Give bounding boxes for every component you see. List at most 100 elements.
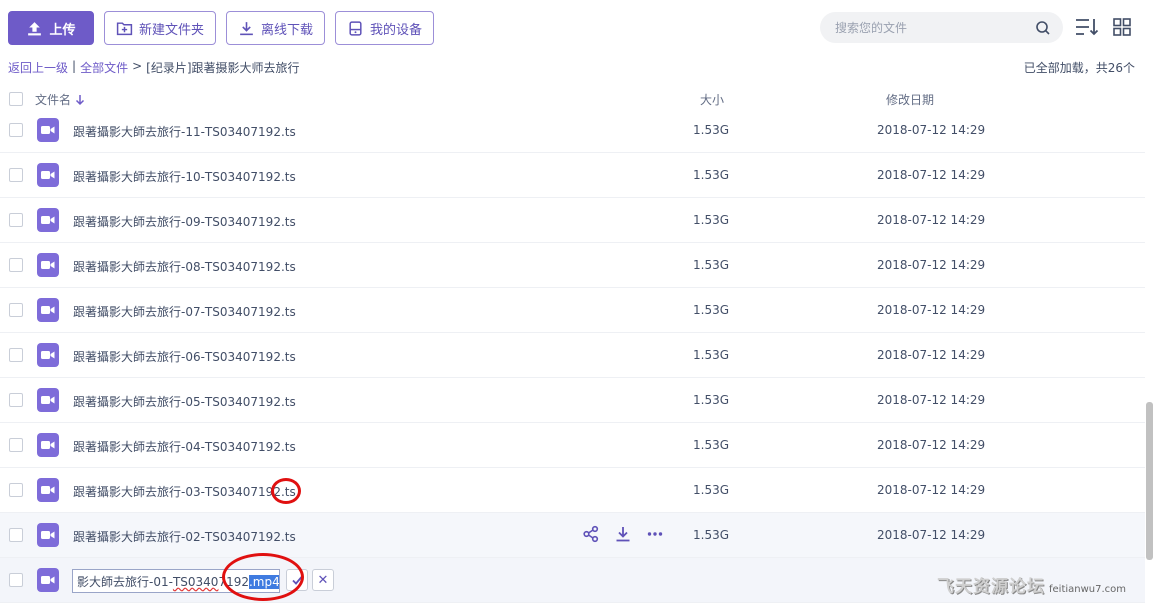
row-checkbox[interactable]: [9, 258, 23, 272]
cancel-rename-button[interactable]: ✕: [312, 569, 334, 591]
file-name[interactable]: 跟著攝影大師去旅行-07-TS03407192.ts: [73, 303, 296, 320]
table-row[interactable]: 跟著攝影大師去旅行-03-TS03407192.ts 1.53G 2018-07…: [0, 468, 1145, 513]
search-box: [820, 12, 1063, 43]
row-checkbox[interactable]: [9, 438, 23, 452]
column-date-header[interactable]: 修改日期: [886, 91, 934, 108]
file-name[interactable]: 跟著攝影大師去旅行-02-TS03407192.ts: [73, 528, 296, 545]
device-icon: [349, 20, 362, 36]
toolbar: 上传 新建文件夹 离线下载 我的设备: [8, 11, 435, 45]
row-checkbox[interactable]: [9, 213, 23, 227]
all-files-link[interactable]: 全部文件: [80, 59, 128, 76]
file-date: 2018-07-12 14:29: [877, 393, 986, 407]
video-file-icon: [37, 523, 59, 547]
breadcrumb-separator: >: [132, 59, 143, 73]
file-date: 2018-07-12 14:29: [877, 123, 986, 137]
file-size: 1.53G: [693, 213, 730, 227]
breadcrumb-current: [纪录片]跟著摄影大师去旅行: [146, 61, 300, 75]
table-row[interactable]: 跟著攝影大師去旅行-11-TS03407192.ts 1.53G 2018-07…: [0, 108, 1145, 153]
file-name[interactable]: 跟著攝影大師去旅行-09-TS03407192.ts: [73, 213, 296, 230]
video-file-icon: [37, 433, 59, 457]
offline-download-label: 离线下载: [261, 22, 314, 38]
file-list: 跟著攝影大師去旅行-11-TS03407192.ts 1.53G 2018-07…: [0, 108, 1145, 603]
offline-download-button[interactable]: 离线下载: [226, 11, 326, 45]
my-devices-button[interactable]: 我的设备: [335, 11, 435, 45]
annotation-circle: [271, 478, 301, 504]
file-date: 2018-07-12 14:29: [877, 438, 986, 452]
file-name[interactable]: 跟著攝影大師去旅行-06-TS03407192.ts: [73, 348, 296, 365]
file-name[interactable]: 跟著攝影大師去旅行-11-TS03407192.ts: [73, 123, 296, 140]
upload-button[interactable]: 上传: [8, 11, 94, 45]
file-date: 2018-07-12 14:29: [877, 483, 986, 497]
video-file-icon: [37, 298, 59, 322]
breadcrumb-separator: |: [72, 59, 77, 73]
sort-icon[interactable]: [1074, 16, 1100, 38]
back-link[interactable]: 返回上一级: [8, 59, 68, 76]
search-input[interactable]: [835, 20, 1035, 35]
row-checkbox[interactable]: [9, 483, 23, 497]
file-size: 1.53G: [693, 438, 730, 452]
watermark-domain: feitianwu7.com: [1049, 584, 1127, 595]
table-row[interactable]: 跟著攝影大師去旅行-08-TS03407192.ts 1.53G 2018-07…: [0, 243, 1145, 288]
file-date: 2018-07-12 14:29: [877, 213, 986, 227]
table-row[interactable]: 跟著攝影大師去旅行-02-TS03407192.ts 1.53G 2018-07…: [0, 513, 1145, 558]
column-size-header[interactable]: 大小: [700, 91, 724, 108]
rename-text-spellcheck: TS0340: [172, 575, 219, 589]
table-row[interactable]: 跟著攝影大師去旅行-09-TS03407192.ts 1.53G 2018-07…: [0, 198, 1145, 243]
search-icon[interactable]: [1035, 20, 1051, 36]
video-file-icon: [37, 208, 59, 232]
video-file-icon: [37, 118, 59, 142]
video-file-icon: [37, 388, 59, 412]
file-size: 1.53G: [693, 258, 730, 272]
load-status: 已全部加载，共26个: [1023, 61, 1135, 75]
grid-icon[interactable]: [1113, 18, 1131, 36]
row-actions: [582, 525, 664, 543]
file-name[interactable]: 跟著攝影大師去旅行-03-TS03407192.ts: [73, 483, 296, 500]
file-date: 2018-07-12 14:29: [877, 168, 986, 182]
file-name[interactable]: 跟著攝影大師去旅行-10-TS03407192.ts: [73, 168, 296, 185]
row-checkbox[interactable]: [9, 528, 23, 542]
row-checkbox[interactable]: [9, 348, 23, 362]
file-size: 1.53G: [693, 483, 730, 497]
table-row[interactable]: 跟著攝影大師去旅行-06-TS03407192.ts 1.53G 2018-07…: [0, 333, 1145, 378]
row-checkbox[interactable]: [9, 393, 23, 407]
more-icon[interactable]: [646, 525, 664, 543]
row-checkbox[interactable]: [9, 168, 23, 182]
upload-label: 上传: [49, 22, 76, 38]
file-size: 1.53G: [693, 528, 730, 542]
new-folder-button[interactable]: 新建文件夹: [104, 11, 217, 45]
scrollbar-thumb[interactable]: [1146, 402, 1153, 560]
column-name-label: 文件名: [35, 93, 72, 107]
file-name[interactable]: 跟著攝影大師去旅行-05-TS03407192.ts: [73, 393, 296, 410]
folder-plus-icon: [116, 21, 133, 35]
video-file-icon: [37, 343, 59, 367]
select-all-checkbox[interactable]: [9, 92, 23, 106]
table-row[interactable]: 跟著攝影大師去旅行-05-TS03407192.ts 1.53G 2018-07…: [0, 378, 1145, 423]
sort-desc-icon: [75, 94, 85, 105]
file-size: 1.53G: [693, 123, 730, 137]
row-checkbox[interactable]: [9, 303, 23, 317]
file-size: 1.53G: [693, 303, 730, 317]
new-folder-label: 新建文件夹: [139, 22, 205, 38]
video-file-icon: [37, 253, 59, 277]
upload-icon: [28, 21, 42, 35]
file-date: 2018-07-12 14:29: [877, 258, 986, 272]
table-row[interactable]: 跟著攝影大師去旅行-10-TS03407192.ts 1.53G 2018-07…: [0, 153, 1145, 198]
table-row[interactable]: 跟著攝影大師去旅行-07-TS03407192.ts 1.53G 2018-07…: [0, 288, 1145, 333]
file-name[interactable]: 跟著攝影大師去旅行-04-TS03407192.ts: [73, 438, 296, 455]
file-date: 2018-07-12 14:29: [877, 528, 986, 542]
my-devices-label: 我的设备: [370, 22, 423, 38]
file-date: 2018-07-12 14:29: [877, 303, 986, 317]
file-size: 1.53G: [693, 168, 730, 182]
share-icon[interactable]: [582, 525, 600, 543]
file-size: 1.53G: [693, 348, 730, 362]
annotation-circle: [222, 553, 304, 601]
file-name[interactable]: 跟著攝影大師去旅行-08-TS03407192.ts: [73, 258, 296, 275]
table-row[interactable]: 跟著攝影大師去旅行-04-TS03407192.ts 1.53G 2018-07…: [0, 423, 1145, 468]
column-name-header[interactable]: 文件名: [35, 91, 85, 108]
row-checkbox[interactable]: [9, 123, 23, 137]
close-icon: ✕: [317, 572, 329, 588]
row-checkbox[interactable]: [9, 573, 23, 587]
video-file-icon: [37, 568, 59, 592]
video-file-icon: [37, 478, 59, 502]
download-icon[interactable]: [614, 525, 632, 543]
